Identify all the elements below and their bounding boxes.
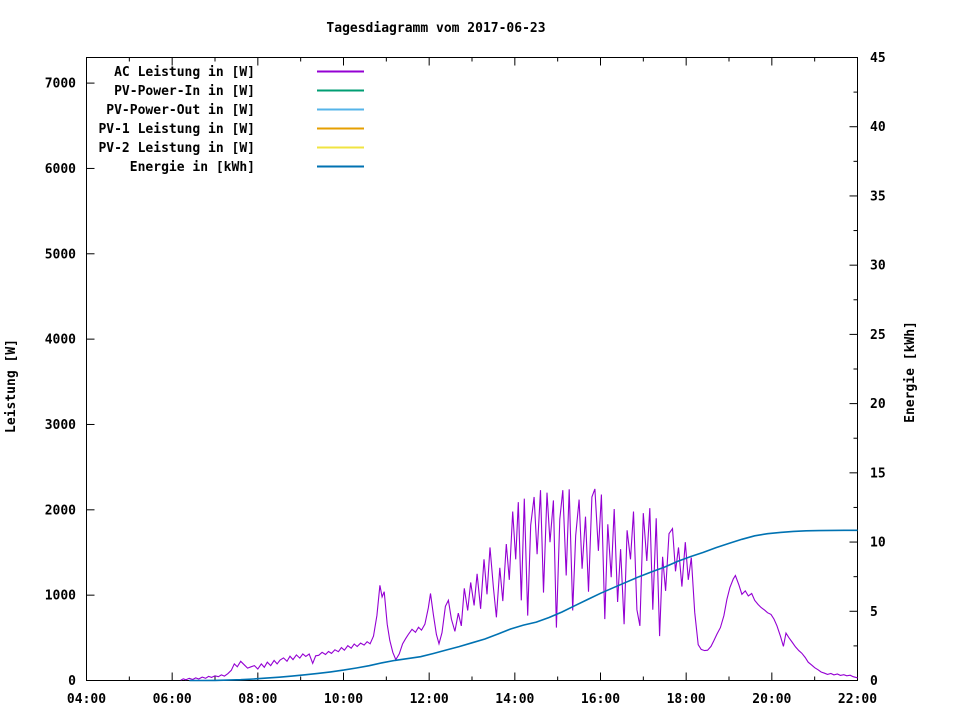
legend-label-pv-2-leistung: PV-2 Leistung in [W] <box>98 141 255 156</box>
legend-label-pv-1-leistung: PV-1 Leistung in [W] <box>98 122 255 137</box>
y-left-tick-label: 1000 <box>45 589 76 604</box>
legend-label-energie: Energie in [kWh] <box>130 160 255 175</box>
tagesdiagramm-chart: Tagesdiagramm vom 2017-06-23 Leistung [W… <box>4 21 918 707</box>
plot-area: 04:00 06:00 08:00 10:00 12:00 14:00 16:00 18:00… <box>45 51 886 707</box>
y-right-tick-label: 20 <box>870 397 886 412</box>
y-left-tick-label: 0 <box>68 674 76 689</box>
x-tick-label: 04:00 <box>67 692 106 707</box>
legend-label-ac-leistung: AC Leistung in [W] <box>114 65 255 80</box>
y-right-tick-label: 5 <box>870 605 878 620</box>
y-left-tick-label: 2000 <box>45 503 76 518</box>
x-tick-label: 16:00 <box>581 692 620 707</box>
y-left-tick-label: 7000 <box>45 77 76 92</box>
y-right-tick-label: 45 <box>870 51 886 66</box>
y-left-axis-title: Leistung [W] <box>4 339 19 433</box>
y-left-tick-label: 5000 <box>45 247 76 262</box>
x-tick-label: 22:00 <box>838 692 877 707</box>
x-tick-label: 20:00 <box>752 692 791 707</box>
series-ac-leistung <box>180 488 858 681</box>
y-left-tick-label: 3000 <box>45 418 76 433</box>
x-tick-label: 18:00 <box>667 692 706 707</box>
y-right-tick-label: 30 <box>870 259 886 274</box>
x-tick-label: 14:00 <box>495 692 534 707</box>
y-right-tick-label: 15 <box>870 466 886 481</box>
x-tick-label: 12:00 <box>410 692 449 707</box>
x-tick-label: 10:00 <box>324 692 363 707</box>
y-right-tick-label: 40 <box>870 120 886 135</box>
y-right-axis-title: Energie [kWh] <box>903 321 918 423</box>
legend-label-pv-power-in: PV-Power-In in [W] <box>114 84 255 99</box>
y-right-tick-label: 10 <box>870 536 886 551</box>
x-tick-label: 06:00 <box>153 692 192 707</box>
y-right-tick-label: 35 <box>870 189 886 204</box>
y-right-tick-label: 25 <box>870 328 886 343</box>
chart-title: Tagesdiagramm vom 2017-06-23 <box>326 21 545 36</box>
legend-label-pv-power-out: PV-Power-Out in [W] <box>106 103 255 118</box>
y-left-tick-label: 6000 <box>45 162 76 177</box>
y-left-tick-label: 4000 <box>45 333 76 348</box>
y-right-tick-label: 0 <box>870 674 878 689</box>
x-tick-label: 08:00 <box>238 692 277 707</box>
